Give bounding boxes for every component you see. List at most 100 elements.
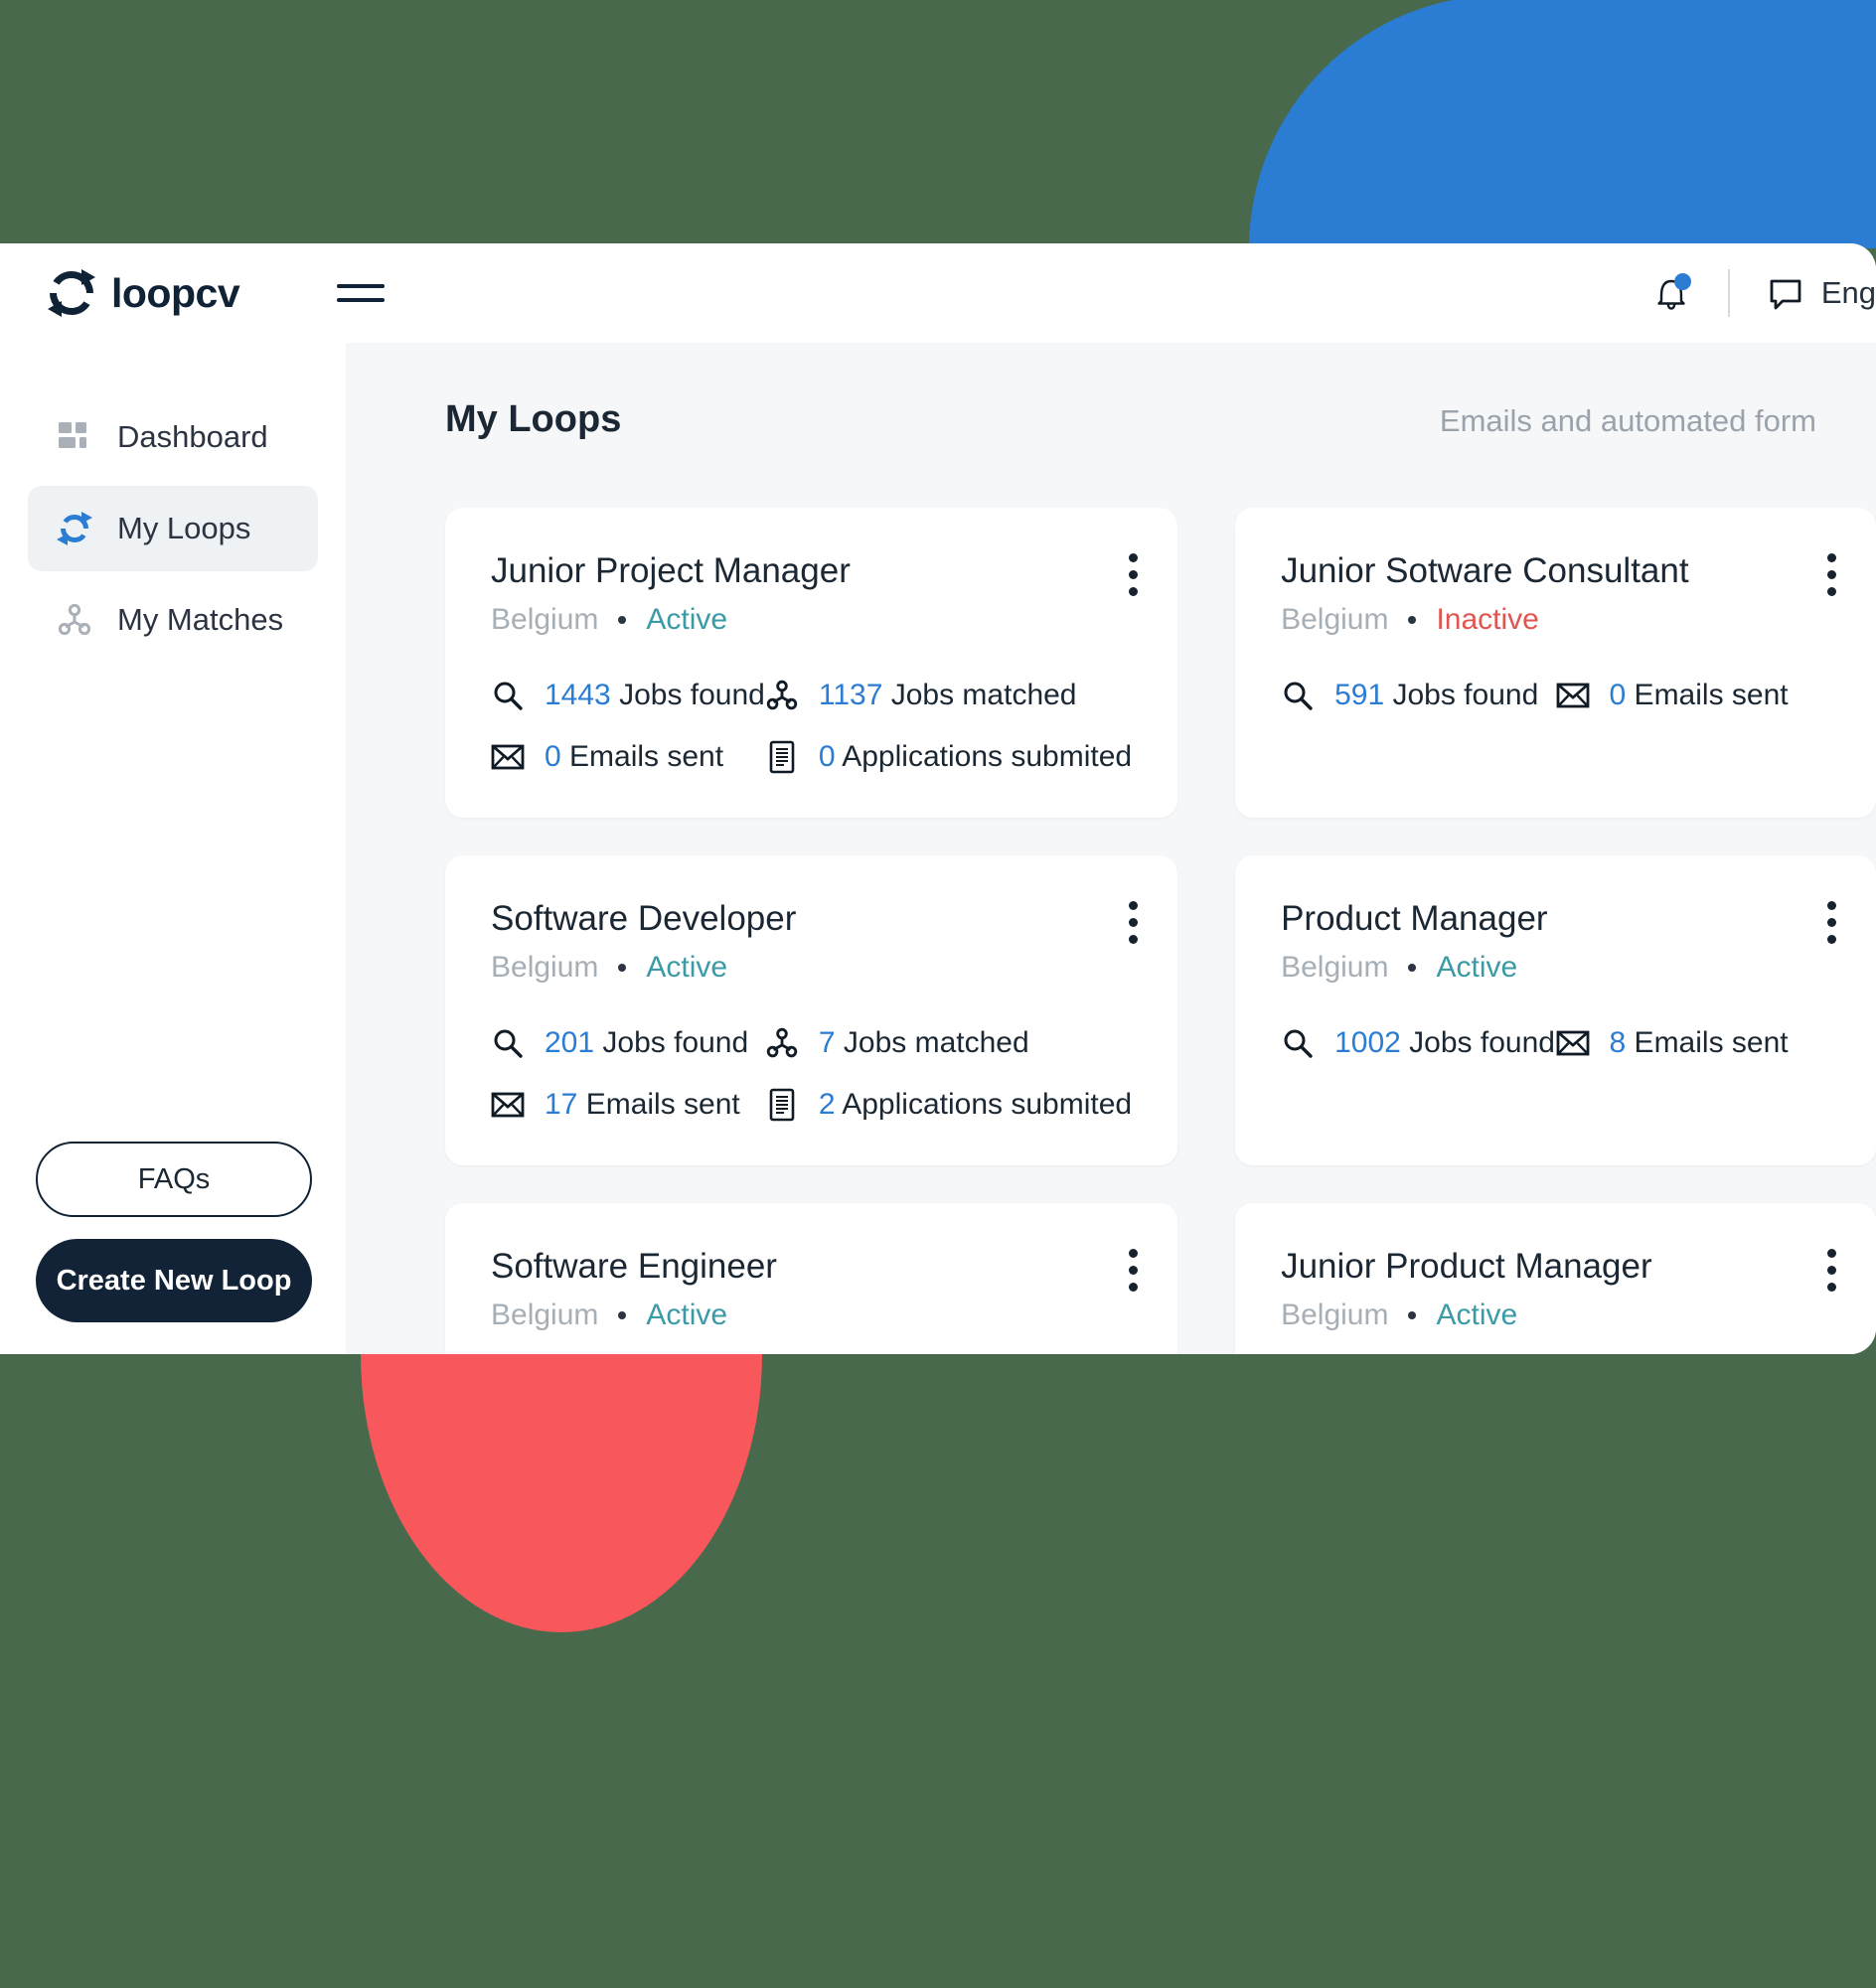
sidebar-item-label: My Loops — [117, 511, 251, 545]
search-icon — [491, 1026, 525, 1060]
envelope-icon — [1556, 1026, 1590, 1060]
loop-card-menu-button[interactable] — [1826, 549, 1836, 600]
loop-stat-value: 1137 — [818, 679, 883, 711]
loop-stat-text: 1002 Jobs found — [1334, 1026, 1555, 1059]
loop-card-location: Belgium — [491, 1299, 599, 1331]
hamburger-bar — [337, 284, 386, 288]
status-badge: Active — [646, 951, 728, 984]
document-icon — [765, 1088, 799, 1122]
loop-stat-value: 591 — [1334, 679, 1385, 711]
loop-card-meta: Belgium Inactive — [1281, 603, 1830, 637]
loops-grid: Junior Project Manager Belgium Active 1443 … — [346, 470, 1876, 1354]
loop-stat: 2 Applications submited — [765, 1088, 1132, 1122]
loop-stat-value: 0 — [818, 740, 836, 773]
loop-card-menu-button[interactable] — [1128, 897, 1138, 948]
loop-refresh-logo-icon — [48, 269, 95, 317]
loop-card-menu-button[interactable] — [1826, 1245, 1836, 1296]
loop-card-stats: 201 Jobs found 7 Jobs matched 17 Emails se… — [491, 1026, 1132, 1122]
loop-stat: 0 Emails sent — [491, 740, 765, 774]
loop-card-title: Software Engineer — [491, 1247, 777, 1286]
loop-card-location: Belgium — [1281, 1299, 1389, 1331]
loop-stat: 1137 Jobs matched — [765, 679, 1132, 712]
meta-separator-dot — [1408, 1311, 1417, 1319]
sidebar-item-my-matches[interactable]: My Matches — [28, 577, 318, 663]
loop-card-meta: Belgium Active — [491, 1299, 1132, 1332]
top-bar-right-cluster: Eng — [1654, 243, 1876, 343]
language-selector[interactable]: Eng — [1766, 273, 1876, 313]
meta-separator-dot — [618, 616, 627, 624]
loop-card-location: Belgium — [1281, 603, 1389, 636]
loop-card[interactable]: Junior Sotware Consultant Belgium Inactive… — [1235, 508, 1876, 818]
loop-card-title: Product Manager — [1281, 899, 1548, 938]
loop-card-meta: Belgium Active — [1281, 951, 1830, 985]
loop-card-menu-button[interactable] — [1826, 897, 1836, 948]
network-share-icon — [765, 1026, 799, 1060]
loop-card[interactable]: Software EngineerBelgiumActive11 Jobs fo… — [445, 1203, 1178, 1354]
loop-stat-text: 1443 Jobs found — [545, 679, 765, 711]
language-label: Eng — [1820, 275, 1876, 310]
loop-stat-text: 17 Emails sent — [545, 1088, 740, 1121]
loop-card-title: Junior Sotware Consultant — [1281, 551, 1689, 590]
loop-stat-text: 1137 Jobs matched — [818, 679, 1077, 711]
hamburger-icon[interactable] — [337, 278, 386, 308]
status-badge: Active — [646, 1299, 728, 1331]
status-badge: Active — [1436, 951, 1518, 984]
hamburger-bar — [337, 298, 386, 302]
main-header: My Loops Emails and automated form — [346, 398, 1876, 470]
loop-card-meta: Belgium Active — [491, 951, 1132, 985]
network-share-icon — [765, 679, 799, 712]
loop-stat: 0 Emails sent — [1556, 679, 1830, 712]
search-icon — [1281, 1026, 1315, 1060]
loop-card[interactable]: Software Developer Belgium Active 201 Jobs … — [445, 855, 1178, 1165]
meta-separator-dot — [618, 964, 627, 972]
loop-stat-value: 8 — [1609, 1026, 1627, 1059]
loop-card-menu-button[interactable] — [1128, 1245, 1138, 1296]
loop-card-menu-button[interactable] — [1128, 549, 1138, 600]
loop-card-title: Software Developer — [491, 899, 797, 938]
loop-stat-value: 0 — [1609, 679, 1627, 711]
loop-card[interactable]: Product Manager Belgium Active 1002 Jobs fo… — [1235, 855, 1876, 1165]
loop-stat-value: 17 — [545, 1088, 578, 1121]
loop-stat-text: 0 Applications submited — [818, 740, 1133, 773]
loop-card-title: Junior Product Manager — [1281, 1247, 1652, 1286]
status-badge: Inactive — [1436, 603, 1539, 636]
create-new-loop-button[interactable]: Create New Loop — [36, 1239, 312, 1322]
loop-stat: 0 Applications submited — [765, 740, 1132, 774]
loop-stat-value: 201 — [545, 1026, 595, 1059]
notification-bell-icon[interactable] — [1654, 273, 1691, 313]
loop-stat-text: 0 Emails sent — [1609, 679, 1789, 711]
notification-dot — [1673, 273, 1691, 290]
loop-stat-value: 1002 — [1334, 1026, 1401, 1059]
app-window: loopcv Eng Dashboard My Loops My Matches… — [0, 243, 1876, 1354]
status-badge: Active — [1436, 1299, 1518, 1331]
loop-stat-value: 0 — [545, 740, 561, 773]
top-bar: loopcv Eng — [0, 243, 1876, 343]
loop-card-location: Belgium — [491, 951, 599, 984]
search-icon — [491, 679, 525, 712]
sidebar-item-label: Dashboard — [117, 419, 268, 454]
toolbar-divider — [1727, 269, 1730, 317]
sidebar-nav: Dashboard My Loops My Matches — [0, 394, 346, 663]
loop-stat: 591 Jobs found — [1281, 679, 1555, 712]
loop-card[interactable]: Junior Project Manager Belgium Active 1443 … — [445, 508, 1178, 818]
loop-card-meta: Belgium Active — [1281, 1299, 1830, 1332]
sidebar-item-dashboard[interactable]: Dashboard — [28, 394, 318, 480]
brand-logo[interactable]: loopcv — [46, 267, 240, 319]
loop-card-stats: 591 Jobs found 0 Emails sent — [1281, 679, 1830, 712]
sidebar: Dashboard My Loops My Matches FAQs Creat… — [0, 343, 346, 1354]
loop-card-location: Belgium — [1281, 951, 1389, 984]
loop-card[interactable]: Junior Product ManagerBelgiumActive101 J… — [1235, 1203, 1876, 1354]
sidebar-item-my-loops[interactable]: My Loops — [28, 486, 318, 571]
brand-name: loopcv — [111, 269, 240, 316]
loop-refresh-icon — [56, 510, 93, 547]
loop-stat-value: 1443 — [545, 679, 611, 711]
loop-stat-text: 2 Applications submited — [818, 1088, 1133, 1121]
document-icon — [765, 740, 799, 774]
loop-stat-value: 2 — [818, 1088, 836, 1121]
main-content: My Loops Emails and automated form Junio… — [346, 343, 1876, 1354]
faqs-button[interactable]: FAQs — [36, 1142, 312, 1217]
network-share-icon — [56, 601, 93, 639]
grid-dashboard-icon — [56, 418, 93, 456]
speech-bubble-icon — [1770, 279, 1801, 310]
loop-stat: 8 Emails sent — [1556, 1026, 1830, 1060]
